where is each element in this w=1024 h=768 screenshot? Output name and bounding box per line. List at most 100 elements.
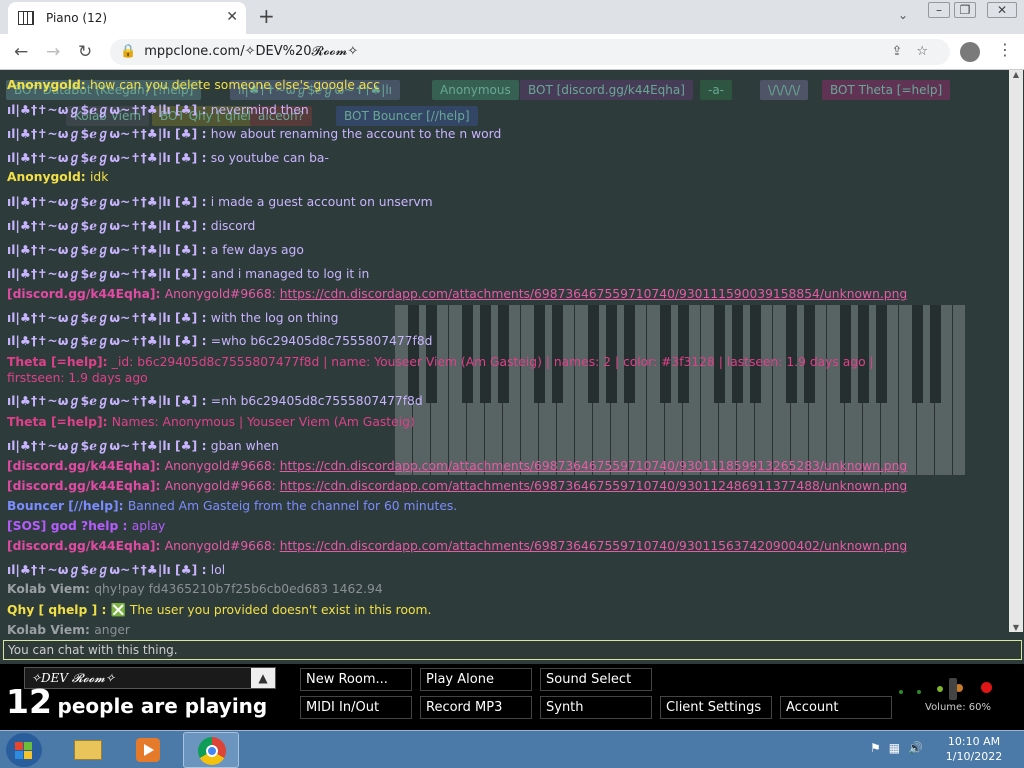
url-text: mppclone.com/✧DEV%20𝓡𝓸𝓸𝓶✧: [144, 44, 359, 59]
chat-input[interactable]: You can chat with this thing.: [3, 640, 1022, 660]
browser-menu-icon[interactable]: ⋮: [997, 40, 1013, 59]
black-key[interactable]: [588, 305, 599, 403]
black-key[interactable]: [786, 305, 797, 403]
chat-author[interactable]: Bouncer [//help]:: [7, 499, 128, 513]
new-tab-button[interactable]: +: [258, 4, 275, 28]
chat-link[interactable]: https://cdn.discordapp.com/attachments/6…: [280, 287, 907, 301]
black-key[interactable]: [534, 305, 545, 403]
chat-message: ıl|♣†✝~ωℊ$ℯℊω~✝†♣|lı [♣] : i made a gues…: [7, 192, 433, 210]
record-mp3-button[interactable]: Record MP3: [420, 696, 532, 719]
back-arrow-icon[interactable]: ←: [14, 42, 28, 62]
chat-author[interactable]: [discord.gg/k44Eqha]:: [7, 459, 165, 473]
chat-author[interactable]: ıl|♣†✝~ωℊ$ℯℊω~✝†♣|lı [♣] :: [7, 267, 211, 281]
black-key[interactable]: [606, 305, 617, 403]
chat-author[interactable]: [discord.gg/k44Eqha]:: [7, 539, 165, 553]
address-bar[interactable]: 🔒 mppclone.com/✧DEV%20𝓡𝓸𝓸𝓶✧ ⇪☆: [110, 39, 950, 65]
chat-author[interactable]: ıl|♣†✝~ωℊ$ℯℊω~✝†♣|lı [♣] :: [7, 311, 211, 325]
chat-text: ❎ The user you provided doesn't exist in…: [110, 603, 432, 617]
user-badge[interactable]: \/\/\/\/: [760, 80, 809, 100]
chat-link[interactable]: https://cdn.discordapp.com/attachments/6…: [280, 479, 907, 493]
account-button[interactable]: Account: [780, 696, 892, 719]
taskbar-clock[interactable]: 10:10 AM 1/10/2022: [942, 734, 1006, 764]
black-key[interactable]: [660, 305, 671, 403]
black-key[interactable]: [732, 305, 743, 403]
black-key[interactable]: [480, 305, 491, 403]
chat-author[interactable]: ıl|♣†✝~ωℊ$ℯℊω~✝†♣|lı [♣] :: [7, 103, 211, 117]
chat-author[interactable]: Kolab Viem:: [7, 623, 94, 637]
chat-text: =who b6c29405d8c7555807477f8d: [210, 334, 433, 348]
black-key[interactable]: [624, 305, 635, 403]
user-badge[interactable]: BOT Bouncer [//help]: [336, 106, 478, 126]
volume-knob[interactable]: Volume: 60%: [895, 678, 1015, 718]
black-key[interactable]: [750, 305, 761, 403]
forward-arrow-icon[interactable]: →: [46, 42, 60, 62]
media-player-icon[interactable]: [120, 732, 176, 768]
chat-author[interactable]: [discord.gg/k44Eqha]:: [7, 479, 165, 493]
chat-link[interactable]: https://cdn.discordapp.com/attachments/6…: [280, 539, 907, 553]
chrome-icon[interactable]: [183, 732, 239, 768]
tab-search-chevron-icon[interactable]: ⌄: [898, 8, 908, 22]
black-key[interactable]: [930, 305, 941, 403]
chat-author[interactable]: Anonygold:: [7, 78, 90, 92]
window-close-icon[interactable]: ✕: [987, 2, 1017, 18]
chat-message: [discord.gg/k44Eqha]: Anonygold#9668: ht…: [7, 459, 907, 473]
black-key[interactable]: [858, 305, 869, 403]
chat-author[interactable]: [discord.gg/k44Eqha]:: [7, 287, 165, 301]
play-alone-button[interactable]: Play Alone: [420, 668, 532, 691]
user-badge[interactable]: Anonymous: [432, 80, 519, 100]
black-key[interactable]: [912, 305, 923, 403]
chat-author[interactable]: ıl|♣†✝~ωℊ$ℯℊω~✝†♣|lı [♣] :: [7, 394, 211, 408]
chat-author[interactable]: Qhy [ qhelp ] :: [7, 603, 111, 617]
black-key[interactable]: [714, 305, 725, 403]
clock-time: 10:10 AM: [947, 735, 1001, 748]
midi-in-out-button[interactable]: MIDI In/Out: [300, 696, 412, 719]
volume-handle[interactable]: [949, 678, 957, 700]
profile-avatar-icon[interactable]: [960, 42, 980, 62]
sound-select-button[interactable]: Sound Select: [540, 668, 652, 691]
chat-author[interactable]: ıl|♣†✝~ωℊ$ℯℊω~✝†♣|lı [♣] :: [7, 127, 211, 141]
black-key[interactable]: [678, 305, 689, 403]
minimize-icon[interactable]: –: [928, 2, 950, 18]
black-key[interactable]: [462, 305, 473, 403]
black-key[interactable]: [426, 305, 437, 403]
user-badge[interactable]: -a-: [700, 80, 733, 100]
start-button[interactable]: [6, 733, 42, 767]
client-settings-button[interactable]: Client Settings: [660, 696, 772, 719]
synth-button[interactable]: Synth: [540, 696, 652, 719]
scroll-up-icon[interactable]: ▲: [1009, 70, 1023, 79]
chat-author[interactable]: ıl|♣†✝~ωℊ$ℯℊω~✝†♣|lı [♣] :: [7, 219, 211, 233]
black-key[interactable]: [408, 305, 419, 403]
new-room-button[interactable]: New Room...: [300, 668, 412, 691]
chat-scrollbar[interactable]: ▲ ▼: [1009, 70, 1023, 632]
browser-tab[interactable]: Piano (12) ✕: [8, 2, 246, 34]
reload-icon[interactable]: ↻: [78, 42, 92, 62]
share-icon[interactable]: ⇪: [891, 44, 916, 59]
user-badge[interactable]: BOT Theta [=help]: [822, 80, 951, 100]
bookmark-star-icon[interactable]: ☆: [916, 44, 942, 59]
chat-author[interactable]: Anonygold:: [7, 170, 90, 184]
file-explorer-icon[interactable]: [60, 732, 116, 768]
chat-author[interactable]: [SOS] god ?help :: [7, 519, 132, 533]
chat-author[interactable]: ıl|♣†✝~ωℊ$ℯℊω~✝†♣|lı [♣] :: [7, 439, 211, 453]
black-key[interactable]: [804, 305, 815, 403]
chat-author[interactable]: Theta [=help]:: [7, 415, 112, 429]
chat-author[interactable]: Theta [=help]:: [7, 355, 112, 369]
user-badge[interactable]: BOT [discord.gg/k44Eqha]: [520, 80, 693, 100]
piano-keyboard[interactable]: [395, 305, 965, 475]
chat-author[interactable]: ıl|♣†✝~ωℊ$ℯℊω~✝†♣|lı [♣] :: [7, 195, 211, 209]
chat-text: Names: Anonymous | Youseer Viem (Am Gast…: [111, 415, 415, 429]
black-key[interactable]: [840, 305, 851, 403]
chat-link[interactable]: https://cdn.discordapp.com/attachments/6…: [280, 459, 907, 473]
scroll-down-icon[interactable]: ▼: [1009, 623, 1023, 632]
maximize-icon[interactable]: ❐: [954, 2, 976, 18]
chat-author[interactable]: ıl|♣†✝~ωℊ$ℯℊω~✝†♣|lı [♣] :: [7, 334, 211, 348]
tab-close-icon[interactable]: ✕: [226, 9, 238, 25]
chat-author[interactable]: ıl|♣†✝~ωℊ$ℯℊω~✝†♣|lı [♣] :: [7, 243, 211, 257]
chat-author[interactable]: ıl|♣†✝~ωℊ$ℯℊω~✝†♣|lı [♣] :: [7, 151, 211, 165]
chat-author[interactable]: Kolab Viem:: [7, 582, 94, 596]
system-tray-icons[interactable]: ⚑▦🔊: [870, 741, 931, 755]
chat-author[interactable]: ıl|♣†✝~ωℊ$ℯℊω~✝†♣|lı [♣] :: [7, 563, 211, 577]
black-key[interactable]: [552, 305, 563, 403]
black-key[interactable]: [876, 305, 887, 403]
black-key[interactable]: [498, 305, 509, 403]
